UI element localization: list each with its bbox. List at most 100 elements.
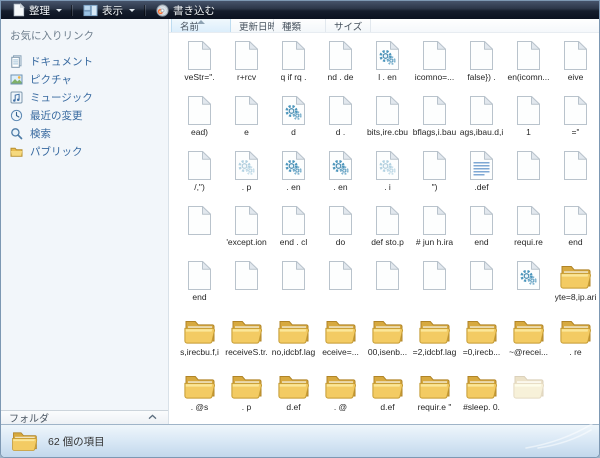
column-header-type[interactable]: 種類 (274, 19, 326, 32)
file-item[interactable]: eive (552, 38, 599, 93)
file-item[interactable]: d.ef (364, 368, 411, 423)
file-item[interactable] (176, 203, 223, 258)
doc-icon (187, 203, 212, 236)
doc-gear-icon (375, 38, 400, 71)
file-item[interactable]: # jun h.ira (411, 203, 458, 258)
file-item[interactable]: #sleep. 0. (458, 368, 505, 423)
file-item[interactable]: . i (364, 148, 411, 203)
doc-gear-icon (281, 93, 306, 126)
doc-icon (422, 148, 447, 181)
folder-icon (371, 368, 404, 401)
file-item[interactable]: false}) . (458, 38, 505, 93)
file-item[interactable]: 00,isenb... (364, 313, 411, 368)
file-item[interactable]: r+rcv (223, 38, 270, 93)
column-header-date-modified[interactable]: 更新日時 (231, 19, 274, 32)
file-item[interactable]: requi.re (505, 203, 552, 258)
file-name: =0,irecb... (463, 347, 501, 357)
file-item[interactable] (270, 258, 317, 313)
file-item[interactable]: 'except.ion (223, 203, 270, 258)
file-item[interactable]: d.ef (270, 368, 317, 423)
doc-icon (234, 38, 259, 71)
sidebar-item-recent-changes[interactable]: 最近の変更 (10, 106, 168, 124)
file-item[interactable]: bits,ire.cbu (364, 93, 411, 148)
file-item[interactable]: =" (552, 93, 599, 148)
file-item[interactable]: veStr=". (176, 38, 223, 93)
file-item[interactable]: . en (270, 148, 317, 203)
doc-icon (563, 148, 588, 181)
file-item[interactable]: 1 (505, 93, 552, 148)
file-item[interactable]: . re (552, 313, 599, 368)
file-item[interactable]: bflags,i.bau (411, 93, 458, 148)
file-item[interactable]: q if rq . (270, 38, 317, 93)
file-item[interactable]: . @ (317, 368, 364, 423)
file-item[interactable]: d (270, 93, 317, 148)
folder-icon (324, 313, 357, 346)
burn-button[interactable]: 書き込む (150, 2, 221, 18)
sidebar-item-music[interactable]: ミュージック (10, 88, 168, 106)
doc-icon (234, 258, 259, 291)
file-item[interactable]: yte=8,ip.ari (552, 258, 599, 313)
file-name: . en (333, 182, 347, 192)
file-item[interactable]: ") (411, 148, 458, 203)
file-item[interactable]: receiveS.tr. (223, 313, 270, 368)
file-item[interactable] (505, 258, 552, 313)
file-item[interactable]: icomno=... (411, 38, 458, 93)
file-item[interactable]: eceive=... (317, 313, 364, 368)
file-name: . p (242, 182, 251, 192)
file-item[interactable]: .def (458, 148, 505, 203)
file-item[interactable]: end (552, 203, 599, 258)
file-name: ead) (191, 127, 208, 137)
file-name: e (244, 127, 249, 137)
file-item[interactable]: . en (317, 148, 364, 203)
file-item[interactable]: no,idcbf.lag (270, 313, 317, 368)
views-button[interactable]: 表示 (77, 2, 141, 18)
file-item[interactable]: do (317, 203, 364, 258)
sidebar-item-pictures[interactable]: ピクチャ (10, 70, 168, 88)
column-header-label: サイズ (334, 19, 362, 33)
file-name: end . cl (280, 237, 307, 247)
sidebar-item-search[interactable]: 検索 (10, 124, 168, 142)
file-item[interactable]: e (223, 93, 270, 148)
file-item[interactable]: ead) (176, 93, 223, 148)
file-item[interactable]: =2,idcbf.lag (411, 313, 458, 368)
file-item[interactable] (317, 258, 364, 313)
file-item[interactable]: ~@recei... (505, 313, 552, 368)
file-item[interactable]: end (176, 258, 223, 313)
file-item[interactable]: . p (223, 148, 270, 203)
file-item[interactable] (505, 368, 552, 423)
file-name: do (336, 237, 345, 247)
file-name: eceive=... (322, 347, 359, 357)
folder-icon (465, 368, 498, 401)
file-item[interactable]: s,irecbu.f,i (176, 313, 223, 368)
search-icon (10, 127, 23, 140)
sidebar-item-documents[interactable]: ドキュメント (10, 52, 168, 70)
sidebar-items: ドキュメントピクチャミュージック最近の変更検索パブリック (10, 52, 168, 160)
file-item[interactable]: end (458, 203, 505, 258)
file-item[interactable]: requir.e " (411, 368, 458, 423)
file-item[interactable]: d . (317, 93, 364, 148)
doc-icon (187, 93, 212, 126)
folder-icon (324, 368, 357, 401)
file-item[interactable]: def sto.p (364, 203, 411, 258)
file-item[interactable]: end . cl (270, 203, 317, 258)
column-header-size[interactable]: サイズ (326, 19, 371, 32)
file-item[interactable]: nd . de (317, 38, 364, 93)
file-item[interactable] (364, 258, 411, 313)
organize-button[interactable]: 整理 (6, 2, 68, 18)
file-item[interactable] (411, 258, 458, 313)
file-item[interactable]: ags,ibau.d,i (458, 93, 505, 148)
file-item[interactable]: en(icomn... (505, 38, 552, 93)
file-item[interactable] (552, 148, 599, 203)
file-item[interactable] (505, 148, 552, 203)
file-item[interactable]: . p (223, 368, 270, 423)
file-item[interactable]: =0,irecb... (458, 313, 505, 368)
file-item[interactable]: /,") (176, 148, 223, 203)
sidebar-item-public[interactable]: パブリック (10, 142, 168, 160)
file-name: l . en (378, 72, 396, 82)
file-item[interactable] (458, 258, 505, 313)
folders-bar[interactable]: フォルダ (1, 410, 168, 424)
file-item[interactable] (223, 258, 270, 313)
file-item[interactable]: . @s (176, 368, 223, 423)
file-item[interactable]: l . en (364, 38, 411, 93)
column-header-name[interactable]: 名前 (171, 19, 231, 32)
